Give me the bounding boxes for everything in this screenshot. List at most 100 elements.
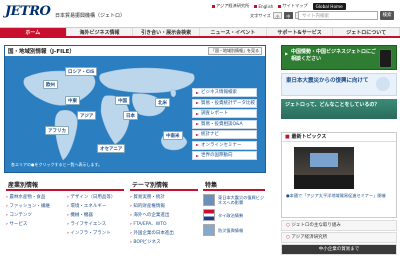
- industry-link[interactable]: コンテンツ: [6, 212, 63, 219]
- bullet-square-icon: [254, 5, 258, 8]
- industry-title: 産業別情報: [6, 181, 124, 191]
- feature-title: 特集: [203, 181, 265, 191]
- link-main-initiatives[interactable]: ジェトロの主な取り組み: [281, 220, 397, 231]
- industry-section: 産業別情報 農林水産物・食品 デザイン（日用品等） ファッション・繊維 環境・エ…: [6, 181, 124, 265]
- recovery-graphic-icon: [376, 77, 390, 91]
- region-oceania[interactable]: オセアニア: [97, 144, 126, 153]
- industry-link[interactable]: デザイン（日用品等）: [67, 194, 124, 201]
- region-asia[interactable]: アジア: [77, 111, 97, 120]
- theme-list: 貿易実務・統計 知的財産権情報 海外への企業進出 FTA/EPA、WTO 外国企…: [130, 191, 198, 246]
- service-links: ビジネス情報検索 貿易・投資統計データ比較 調査レポート 貿易・投資相談Q&A …: [192, 88, 257, 162]
- map-panel-title: 国・地域別情報（J-FILE）: [8, 49, 75, 55]
- industry-link[interactable]: 機械・機器: [67, 212, 124, 219]
- util-link-label: アジア経済研究所: [216, 3, 250, 8]
- region-africa[interactable]: アフリカ: [45, 126, 69, 135]
- utility-links: アジア経済研究所 English サイトマップ Global Home: [212, 2, 397, 10]
- theme-link[interactable]: BOPビジネス: [130, 239, 198, 246]
- util-link-sitemap[interactable]: サイトマップ: [278, 3, 308, 9]
- country-region-map-panel: 国・地域別情報（J-FILE） 「国・地域別情報」を見る ロシア・CIS 欧州 …: [4, 45, 266, 173]
- service-world-trends[interactable]: 世界の国際動向: [192, 151, 257, 160]
- feature-item[interactable]: タイ政治情勢: [203, 209, 265, 221]
- text-size-small-button[interactable]: 小: [272, 12, 282, 19]
- thailand-flag-icon: [203, 209, 215, 221]
- theme-section: テーマ別情報 貿易実務・統計 知的財産権情報 海外への企業進出 FTA/EPA、…: [130, 181, 198, 265]
- feature-label: 防災復興情報: [218, 227, 244, 233]
- china-business-banner[interactable]: ▶ 中国情勢・中国ビジネスジェトロにご相談ください: [281, 45, 397, 70]
- service-online-seminar[interactable]: オンラインセミナー: [192, 140, 257, 150]
- theme-link[interactable]: FTA/EPA、WTO: [130, 221, 198, 228]
- smartphone-icon: [379, 49, 392, 68]
- china-banner-text: 中国情勢・中国ビジネスジェトロにご相談ください: [291, 49, 376, 62]
- industry-link[interactable]: ファッション・繊維: [6, 203, 63, 210]
- nav-news-events[interactable]: ニュース・イベント: [200, 28, 267, 36]
- util-link-ide[interactable]: アジア経済研究所: [212, 3, 249, 9]
- theme-link[interactable]: 知的財産権情報: [130, 203, 198, 210]
- feature-section: 特集 東日本大震災の復興ビジネスへの影響 タイ政治情勢 防災復興情報: [203, 181, 265, 265]
- service-business-search[interactable]: ビジネス情報検索: [192, 88, 257, 97]
- industry-link[interactable]: ライフサイエンス: [67, 221, 124, 228]
- region-china[interactable]: 中国: [115, 96, 130, 105]
- region-japan[interactable]: 日本: [123, 111, 138, 120]
- service-stats-navi[interactable]: 統計ナビ: [192, 130, 257, 139]
- map-panel-header: 国・地域別情報（J-FILE） 「国・地域別情報」を見る: [5, 46, 265, 56]
- util-link-label: サイトマップ: [282, 3, 308, 8]
- link-ide[interactable]: アジア経済研究所: [281, 232, 397, 243]
- global-home-link[interactable]: Global Home: [312, 2, 346, 10]
- util-link-english[interactable]: English: [254, 4, 273, 9]
- region-north-america[interactable]: 北米: [155, 98, 170, 107]
- feature-label: 東日本大震災の復興ビジネスへの影響: [218, 195, 265, 205]
- earthquake-recovery-banner[interactable]: 東日本大震災からの復興に向けて: [281, 73, 397, 96]
- text-size-medium-button[interactable]: 中: [283, 12, 293, 19]
- feature-item[interactable]: 東日本大震災の復興ビジネスへの影響: [203, 194, 265, 206]
- nav-overseas-business[interactable]: 海外ビジネス情報: [67, 28, 134, 36]
- nav-trade-fair-search[interactable]: 引き合い・展示会検索: [133, 28, 201, 36]
- bullet-square-icon: [212, 4, 215, 8]
- feature-thumbnail: [203, 224, 215, 236]
- nav-home[interactable]: ホーム: [0, 28, 67, 36]
- industry-link[interactable]: サービス: [6, 221, 63, 228]
- industry-list: 農林水産物・食品 デザイン（日用品等） ファッション・繊維 環境・エネルギー コ…: [6, 191, 124, 237]
- industry-spacer: [6, 230, 63, 237]
- jetro-logo[interactable]: JETRO: [5, 4, 51, 19]
- theme-link[interactable]: 貿易実務・統計: [130, 194, 198, 201]
- jetro-intro-banner[interactable]: ジェトロって、どんなことをしているの？: [281, 99, 397, 119]
- organization-name: 日本貿易振興機構（ジェトロ）: [55, 13, 126, 19]
- topics-title: 最新トピックス: [282, 133, 396, 142]
- right-column: ▶ 中国情勢・中国ビジネスジェトロにご相談ください 東日本大震災からの復興に向け…: [281, 45, 397, 119]
- nav-about-jetro[interactable]: ジェトロについて: [333, 28, 400, 36]
- industry-link[interactable]: インフラ・プラント: [67, 230, 124, 237]
- site-branding: JETRO 日本貿易振興機構（ジェトロ）: [5, 3, 195, 25]
- theme-link[interactable]: 海外への企業進出: [130, 212, 198, 219]
- text-size-controls: 文字サイズ 小 中 大: [250, 12, 304, 19]
- region-latin-america[interactable]: 中南米: [163, 131, 183, 140]
- service-reports[interactable]: 調査レポート: [192, 109, 257, 118]
- theme-title: テーマ別情報: [130, 181, 198, 191]
- projection-screen-shape: [310, 153, 338, 167]
- link-sme-trade[interactable]: 中小企業の貿易まで: [281, 244, 397, 255]
- search-input[interactable]: サイト内検索: [298, 11, 378, 20]
- theme-link[interactable]: 外国企業の日本進出: [130, 230, 198, 237]
- latest-topics-panel: 最新トピックス ●本國で「アジア太平洋地域貿易促進セミナー」開催: [281, 132, 397, 218]
- region-russia-cis[interactable]: ロシア・CIS: [65, 67, 98, 76]
- feature-label: タイ政治情勢: [218, 212, 244, 218]
- global-nav: ホーム 海外ビジネス情報 引き合い・展示会検索 ニュース・イベント サポート&サ…: [0, 27, 400, 38]
- search-button[interactable]: 検索: [380, 11, 394, 20]
- topics-links: ジェトロの主な取り組み アジア経済研究所 中小企業の貿易まで: [281, 220, 397, 256]
- region-middle-east[interactable]: 中東: [65, 96, 80, 105]
- industry-link[interactable]: 農林水産物・食品: [6, 194, 63, 201]
- industry-link[interactable]: 環境・エネルギー: [67, 203, 124, 210]
- arrow-right-icon: ▶: [285, 51, 289, 56]
- view-regions-button[interactable]: 「国・地域別情報」を見る: [208, 47, 262, 55]
- nav-support-services[interactable]: サポート&サービス: [267, 28, 334, 36]
- audience-shape: [294, 175, 354, 189]
- service-trade-stats[interactable]: 貿易・投資統計データ比較: [192, 98, 257, 108]
- text-size-label: 文字サイズ: [250, 12, 271, 18]
- topics-caption[interactable]: ●本國で「アジア太平洋地域貿易促進セミナー」開催: [286, 193, 392, 199]
- world-map[interactable]: ロシア・CIS 欧州 中東 アフリカ アジア 中国 日本 北米 中南米 オセアニ…: [5, 56, 265, 172]
- service-trade-qa[interactable]: 貿易・投資相談Q&A: [192, 119, 257, 129]
- feature-item[interactable]: 防災復興情報: [203, 224, 265, 236]
- region-europe[interactable]: 欧州: [43, 80, 58, 89]
- topics-photo[interactable]: [294, 147, 354, 189]
- map-instruction: 各エリアの●をクリックすると一覧へ表示します。: [11, 162, 103, 167]
- feature-thumbnail: [203, 194, 215, 206]
